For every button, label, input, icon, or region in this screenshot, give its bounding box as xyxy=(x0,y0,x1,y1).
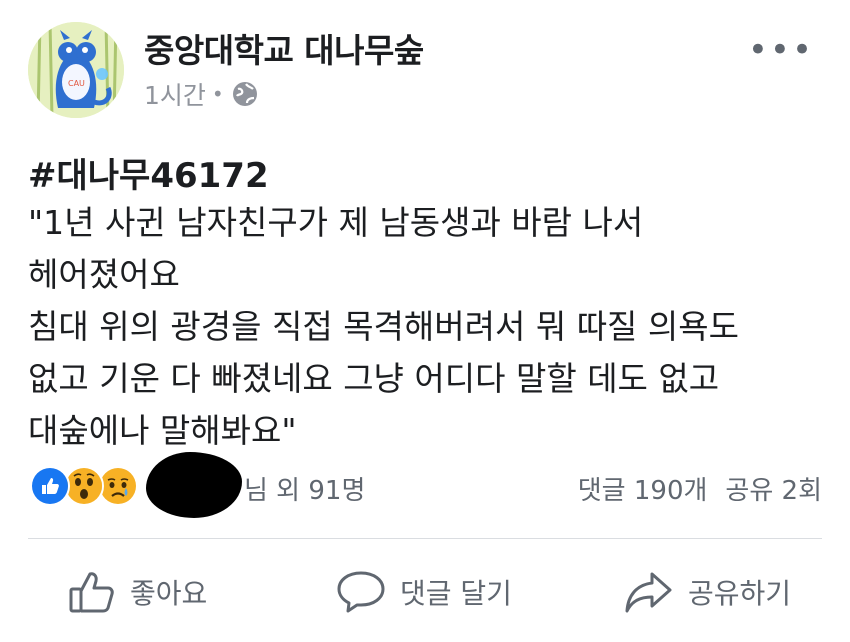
reaction-count[interactable]: 님 외 91명 xyxy=(244,470,365,507)
comment-bubble-icon xyxy=(337,571,385,613)
like-reaction-icon xyxy=(30,466,70,506)
post-body: "1년 사귄 남자친구가 제 남동생과 바람 나서 헤어졌어요 침대 위의 광경… xyxy=(28,197,739,457)
svg-text:CAU: CAU xyxy=(68,79,85,88)
body-line: "1년 사귄 남자친구가 제 남동생과 바람 나서 xyxy=(28,203,644,242)
body-line: 헤어졌어요 xyxy=(28,255,180,294)
post-hashtag[interactable]: #대나무46172 xyxy=(28,148,269,197)
like-button[interactable]: 좋아요 xyxy=(68,562,207,622)
comment-count[interactable]: 댓글 190개 xyxy=(578,470,708,507)
body-line: 침대 위의 광경을 직접 목격해버려서 뭐 따질 의욕도 xyxy=(28,307,739,346)
share-label: 공유하기 xyxy=(688,577,792,610)
share-button[interactable]: 공유하기 xyxy=(624,562,791,622)
page-avatar[interactable]: CAU xyxy=(28,22,124,118)
page-name[interactable]: 중앙대학교 대나무숲 xyxy=(144,24,424,72)
reaction-icons[interactable] xyxy=(30,466,138,506)
meta-separator: • xyxy=(211,82,224,106)
thumbs-up-icon xyxy=(69,572,114,613)
globe-icon[interactable] xyxy=(232,81,258,107)
action-bar: 좋아요 댓글 달기 공유하기 xyxy=(0,562,850,622)
divider xyxy=(28,538,822,539)
body-line: 없고 기운 다 빠졌네요 그냥 어디다 말할 데도 없고 xyxy=(28,359,720,398)
more-horizontal-icon: ••• xyxy=(747,30,814,70)
redacted-name xyxy=(146,452,242,518)
share-count[interactable]: 공유 2회 xyxy=(725,470,822,507)
like-label: 좋아요 xyxy=(130,577,208,610)
dragon-mascot-image: CAU xyxy=(28,22,124,118)
wow-reaction-icon xyxy=(64,466,104,506)
engagement-counts: 댓글 190개 공유 2회 xyxy=(578,470,822,507)
comment-label: 댓글 달기 xyxy=(400,577,512,610)
post-time[interactable]: 1시간 xyxy=(144,76,206,112)
sad-reaction-icon xyxy=(98,466,138,506)
comment-button[interactable]: 댓글 달기 xyxy=(336,562,512,622)
body-line: 대숲에나 말해봐요" xyxy=(28,411,297,450)
facebook-post: CAU 중앙대학교 대나무숲 1시간 • ••• #대나무46172 "1년 사… xyxy=(0,0,850,642)
post-meta: 1시간 • xyxy=(144,76,258,112)
share-arrow-icon xyxy=(625,572,672,613)
more-options-button[interactable]: ••• xyxy=(748,30,814,70)
